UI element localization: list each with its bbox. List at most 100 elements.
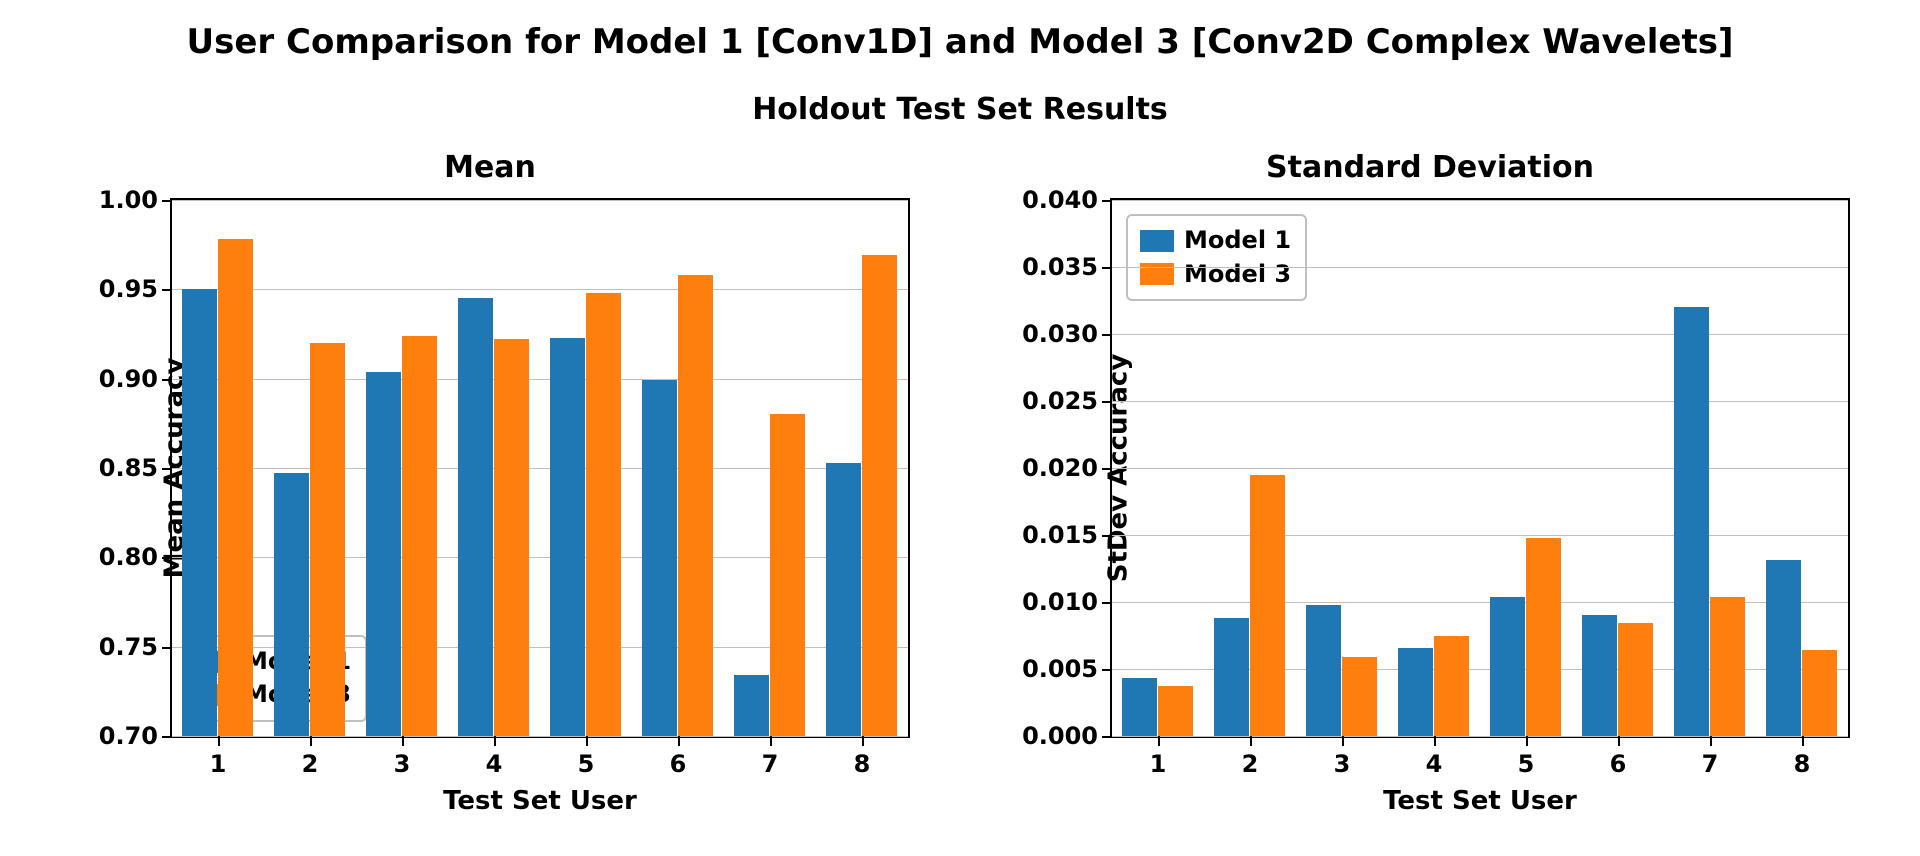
y-tick-label: 0.015 — [1022, 521, 1098, 549]
bar-model3 — [1158, 686, 1193, 736]
x-tick — [310, 736, 312, 746]
y-tick — [1102, 736, 1112, 738]
y-tick — [162, 200, 172, 202]
grid-line — [1112, 401, 1848, 402]
y-tick-label: 0.020 — [1022, 454, 1098, 482]
x-tick-label: 4 — [486, 750, 503, 778]
y-tick-label: 0.005 — [1022, 655, 1098, 683]
bar-model1 — [182, 289, 217, 736]
x-tick-label: 7 — [1702, 750, 1719, 778]
x-tick — [494, 736, 496, 746]
x-tick — [1526, 736, 1528, 746]
y-tick-label: 0.95 — [99, 275, 158, 303]
x-tick-label: 3 — [1334, 750, 1351, 778]
grid-line — [172, 379, 908, 380]
y-tick-label: 0.90 — [99, 365, 158, 393]
x-tick-label: 8 — [1794, 750, 1811, 778]
grid-line — [1112, 200, 1848, 201]
legend-item-model1: Model 1 — [1140, 224, 1291, 258]
x-tick-label: 2 — [302, 750, 319, 778]
y-tick-label: 0.010 — [1022, 588, 1098, 616]
y-tick-label: 0.70 — [99, 722, 158, 750]
figure: User Comparison for Model 1 [Conv1D] and… — [0, 0, 1920, 856]
bar-model3 — [1618, 623, 1653, 736]
y-tick — [1102, 468, 1112, 470]
x-tick — [1710, 736, 1712, 746]
panel-std: Standard Deviation StDev Accuracy Test S… — [980, 150, 1880, 830]
bar-model1 — [826, 463, 861, 736]
y-tick-label: 0.000 — [1022, 722, 1098, 750]
y-tick — [1102, 602, 1112, 604]
x-tick-label: 5 — [578, 750, 595, 778]
panel-title: Standard Deviation — [980, 150, 1880, 185]
legend-label-model3: Model 3 — [1184, 258, 1291, 292]
grid-line — [172, 200, 908, 201]
y-tick — [162, 557, 172, 559]
figure-subtitle: Holdout Test Set Results — [0, 92, 1920, 127]
bar-model3 — [1802, 650, 1837, 736]
bar-model3 — [494, 339, 529, 736]
y-tick-label: 0.035 — [1022, 253, 1098, 281]
bar-model1 — [1582, 615, 1617, 736]
y-tick — [1102, 267, 1112, 269]
x-tick — [678, 736, 680, 746]
x-tick — [862, 736, 864, 746]
bar-model1 — [642, 380, 677, 736]
bar-model3 — [402, 336, 437, 736]
y-tick — [1102, 535, 1112, 537]
x-tick-label: 6 — [1610, 750, 1627, 778]
panel-title: Mean — [40, 150, 940, 185]
x-tick-label: 1 — [1150, 750, 1167, 778]
grid-line — [172, 289, 908, 290]
x-tick — [586, 736, 588, 746]
bar-model1 — [366, 372, 401, 736]
x-tick — [1342, 736, 1344, 746]
bar-model3 — [218, 239, 253, 736]
y-tick-label: 1.00 — [99, 186, 158, 214]
suptitle: User Comparison for Model 1 [Conv1D] and… — [0, 22, 1920, 62]
bar-model1 — [550, 338, 585, 736]
y-tick-label: 0.025 — [1022, 387, 1098, 415]
x-tick-label: 6 — [670, 750, 687, 778]
bar-model3 — [862, 255, 897, 736]
x-tick — [1158, 736, 1160, 746]
y-tick-label: 0.80 — [99, 543, 158, 571]
y-tick — [162, 379, 172, 381]
plot-area-std: StDev Accuracy Test Set User Model 1 Mod… — [1110, 198, 1850, 738]
bar-model3 — [770, 414, 805, 736]
bar-model3 — [1526, 538, 1561, 736]
y-tick — [162, 289, 172, 291]
x-tick-label: 4 — [1426, 750, 1443, 778]
y-tick — [1102, 200, 1112, 202]
bar-model1 — [458, 298, 493, 736]
x-tick — [1250, 736, 1252, 746]
bar-model1 — [1398, 648, 1433, 736]
grid-line — [1112, 267, 1848, 268]
x-tick — [1802, 736, 1804, 746]
bar-model3 — [1342, 657, 1377, 736]
bar-model1 — [1490, 597, 1525, 736]
legend-label-model1: Model 1 — [1184, 224, 1291, 258]
y-tick — [162, 468, 172, 470]
bar-model3 — [1434, 636, 1469, 737]
x-tick — [770, 736, 772, 746]
grid-line — [172, 736, 908, 737]
y-tick-label: 0.75 — [99, 633, 158, 661]
bar-model1 — [734, 675, 769, 736]
x-tick — [402, 736, 404, 746]
bar-model1 — [274, 473, 309, 736]
y-tick — [1102, 334, 1112, 336]
y-tick-label: 0.040 — [1022, 186, 1098, 214]
y-tick-label: 0.85 — [99, 454, 158, 482]
grid-line — [1112, 535, 1848, 536]
bar-model1 — [1766, 560, 1801, 736]
bar-model3 — [586, 293, 621, 736]
y-tick — [1102, 669, 1112, 671]
y-tick — [162, 647, 172, 649]
plot-area-mean: Mean Accuracy Test Set User Model 1 Mode… — [170, 198, 910, 738]
x-tick — [1618, 736, 1620, 746]
grid-line — [1112, 334, 1848, 335]
x-tick-label: 3 — [394, 750, 411, 778]
y-tick — [162, 736, 172, 738]
x-tick-label: 8 — [854, 750, 871, 778]
